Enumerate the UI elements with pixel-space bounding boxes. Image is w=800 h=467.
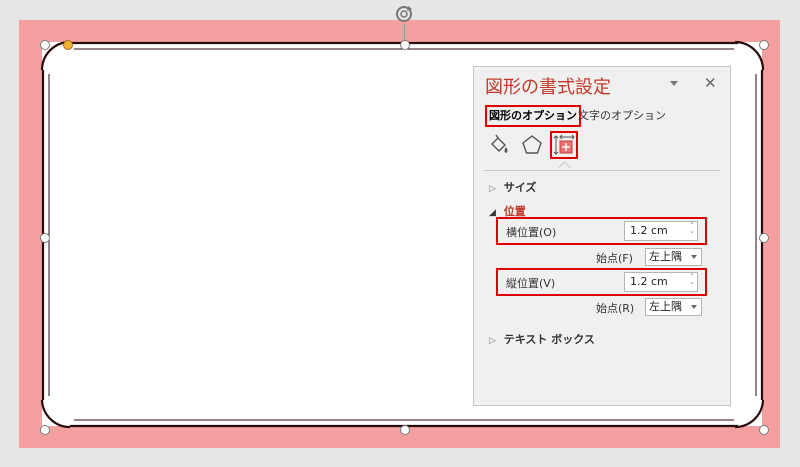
vertical-position-label: 縦位置(V) bbox=[506, 277, 556, 290]
format-shape-pane: 図形の書式設定 ✕ 図形のオプション 文字のオプション ▷ サイズ ◢ 位置 横… bbox=[473, 66, 731, 406]
resize-handle-right[interactable] bbox=[759, 233, 769, 243]
chevron-down-icon bbox=[691, 305, 697, 309]
section-size-label: サイズ bbox=[503, 181, 537, 194]
tab-shape-options[interactable]: 図形のオプション bbox=[485, 105, 581, 127]
resize-handle-top-right[interactable] bbox=[759, 40, 769, 50]
chevron-down-icon bbox=[691, 255, 697, 259]
vertical-position-input[interactable]: 1.2 cm ˄ ˅ bbox=[624, 272, 698, 292]
pane-title: 図形の書式設定 bbox=[485, 77, 611, 98]
vertical-origin-value: 左上隅 bbox=[649, 300, 682, 313]
effects-pentagon-icon[interactable] bbox=[521, 134, 543, 156]
section-size[interactable]: ▷ サイズ bbox=[489, 179, 536, 195]
resize-handle-bottom-left[interactable] bbox=[40, 425, 50, 435]
expand-triangle-icon: ▷ bbox=[489, 336, 496, 346]
resize-handle-bottom[interactable] bbox=[400, 425, 410, 435]
vertical-position-row: 縦位置(V) 1.2 cm ˄ ˅ bbox=[496, 268, 707, 296]
vertical-origin-label: 始点(R) bbox=[596, 302, 635, 315]
resize-handle-top[interactable] bbox=[400, 40, 410, 50]
spinner-arrows-icon[interactable]: ˄ ˅ bbox=[691, 273, 695, 291]
horizontal-position-row: 横位置(O) 1.2 cm ˄ ˅ bbox=[496, 217, 707, 245]
collapse-triangle-icon: ◢ bbox=[489, 208, 496, 218]
vertical-origin-select[interactable]: 左上隅 bbox=[645, 298, 702, 316]
vertical-position-value: 1.2 cm bbox=[630, 275, 668, 288]
horizontal-position-label: 横位置(O) bbox=[506, 226, 557, 239]
tab-text-options[interactable]: 文字のオプション bbox=[578, 107, 666, 125]
pane-divider bbox=[484, 170, 720, 171]
pane-options-chevron-down-icon[interactable] bbox=[670, 81, 678, 86]
section-textbox-label: テキスト ボックス bbox=[503, 333, 595, 346]
rotate-handle-icon[interactable] bbox=[393, 3, 415, 25]
close-icon[interactable]: ✕ bbox=[704, 73, 717, 93]
size-properties-icon[interactable] bbox=[550, 131, 578, 159]
adjust-handle[interactable] bbox=[63, 40, 73, 50]
resize-handle-bottom-right[interactable] bbox=[759, 425, 769, 435]
horizontal-origin-label: 始点(F) bbox=[596, 252, 633, 265]
horizontal-position-value: 1.2 cm bbox=[630, 224, 668, 237]
tab-pointer bbox=[558, 161, 571, 174]
expand-triangle-icon: ▷ bbox=[489, 184, 496, 194]
section-textbox[interactable]: ▷ テキスト ボックス bbox=[489, 331, 595, 347]
spinner-arrows-icon[interactable]: ˄ ˅ bbox=[691, 222, 695, 240]
resize-handle-top-left[interactable] bbox=[40, 40, 50, 50]
horizontal-origin-select[interactable]: 左上隅 bbox=[645, 248, 702, 266]
fill-line-icon[interactable] bbox=[488, 134, 510, 156]
horizontal-position-input[interactable]: 1.2 cm ˄ ˅ bbox=[624, 221, 698, 241]
resize-handle-left[interactable] bbox=[40, 233, 50, 243]
horizontal-origin-value: 左上隅 bbox=[649, 250, 682, 263]
